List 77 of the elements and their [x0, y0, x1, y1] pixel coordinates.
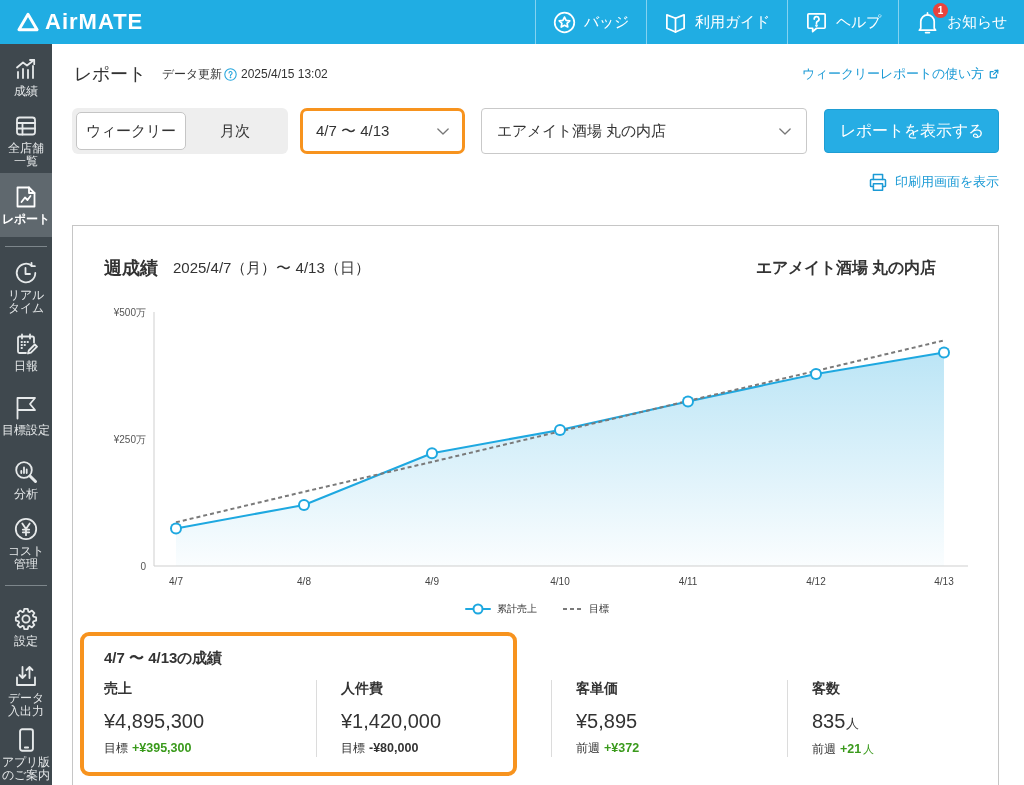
sidebar-item[interactable]: コスト管理	[0, 512, 52, 576]
sidebar-item[interactable]: 設定	[0, 595, 52, 659]
sidebar-item[interactable]: 分析	[0, 448, 52, 512]
sidebar-item[interactable]: 全店舗一覧	[0, 109, 52, 173]
notification-badge: 1	[933, 2, 948, 18]
sidebar-item[interactable]: リアルタイム	[0, 256, 52, 320]
chevron-down-icon	[779, 127, 791, 135]
external-link-icon	[989, 69, 999, 79]
metric-unit: 人	[846, 716, 860, 731]
sidebar-item[interactable]: レポート	[0, 173, 52, 237]
legend-dashed-line-icon	[562, 607, 583, 611]
update-label: データ更新	[162, 65, 222, 83]
chevron-down-icon	[437, 127, 449, 135]
delta-label: 目標	[104, 740, 128, 756]
period-tab[interactable]: ウィークリー	[76, 112, 186, 150]
star-circle-icon	[553, 10, 576, 34]
table-icon	[14, 114, 38, 138]
flag-icon	[14, 395, 38, 420]
x-axis-label: 4/10	[550, 575, 570, 587]
delta-unit: 人	[863, 742, 875, 757]
bell-icon	[916, 10, 939, 34]
delta-label: 前週	[576, 740, 600, 756]
delta-value: -¥80,000	[369, 740, 419, 756]
notifications-button[interactable]: 1 お知らせ	[898, 0, 1024, 44]
sidebar-item[interactable]: アプリ版のご案内	[0, 723, 52, 785]
store-dropdown[interactable]: エアメイト酒場 丸の内店	[481, 108, 807, 154]
sidebar-item[interactable]: 日報	[0, 320, 52, 384]
x-axis-label: 4/13	[934, 575, 954, 587]
metric-value: ¥5,895	[576, 710, 638, 732]
settings-icon	[14, 606, 38, 631]
help-icon	[805, 10, 828, 34]
y-axis-label: 0	[140, 560, 146, 572]
document-chart-icon	[14, 184, 38, 209]
legend-line-marker-icon	[464, 603, 491, 615]
x-axis-label: 4/8	[297, 575, 311, 587]
metric-label: 客数	[812, 680, 841, 696]
tray-arrows-icon	[14, 664, 38, 688]
x-axis-label: 4/12	[806, 575, 826, 587]
metric-value: ¥4,895,300	[104, 710, 205, 732]
report-period: 2025/4/7（月）〜 4/13（日）	[173, 258, 370, 278]
metric-value: 835	[812, 710, 846, 732]
delta-value: +21	[840, 741, 862, 757]
yen-circle-icon	[14, 517, 38, 541]
summary-title: 4/7 〜 4/13の成績	[104, 648, 224, 668]
y-axis-label: ¥250万	[113, 433, 146, 445]
x-axis-label: 4/7	[169, 575, 183, 587]
calendar-pencil-icon	[14, 331, 38, 356]
delta-label: 目標	[341, 740, 365, 756]
metric-label: 人件費	[341, 680, 384, 696]
date-range-dropdown[interactable]: 4/7 〜 4/13	[300, 108, 465, 154]
page-title: レポート	[74, 63, 146, 86]
phone-icon	[18, 728, 34, 752]
delta-value: +¥395,300	[132, 740, 192, 756]
triangle-logo-icon	[17, 12, 39, 32]
legend-label: 累計売上	[496, 602, 537, 616]
magnifier-chart-icon	[14, 459, 38, 484]
period-tab[interactable]: 月次	[186, 112, 284, 150]
sidebar-item[interactable]: 目標設定	[0, 384, 52, 448]
store-name: エアメイト酒場 丸の内店	[755, 257, 936, 278]
printer-icon	[868, 172, 888, 192]
y-axis-label: ¥500万	[113, 306, 146, 318]
logo-text: AirMATE	[45, 9, 144, 35]
sidebar-item[interactable]: 成績	[0, 45, 52, 109]
delta-label: 前週	[812, 741, 836, 757]
clock-icon	[14, 261, 38, 285]
metric-label: 客単価	[576, 680, 619, 696]
bar-chart-icon	[14, 56, 38, 81]
update-time: 2025/4/15 13:02	[241, 67, 328, 81]
metric-label: 売上	[104, 680, 133, 696]
x-axis-label: 4/11	[678, 575, 698, 587]
legend-label: 目標	[588, 602, 609, 616]
metric-value: ¥1,420,000	[341, 710, 442, 732]
sidebar-item[interactable]: データ入出力	[0, 659, 52, 723]
delta-value: +¥372	[604, 740, 640, 756]
help-icon	[224, 67, 237, 81]
x-axis-label: 4/9	[425, 575, 439, 587]
report-title: 週成績	[104, 257, 158, 280]
